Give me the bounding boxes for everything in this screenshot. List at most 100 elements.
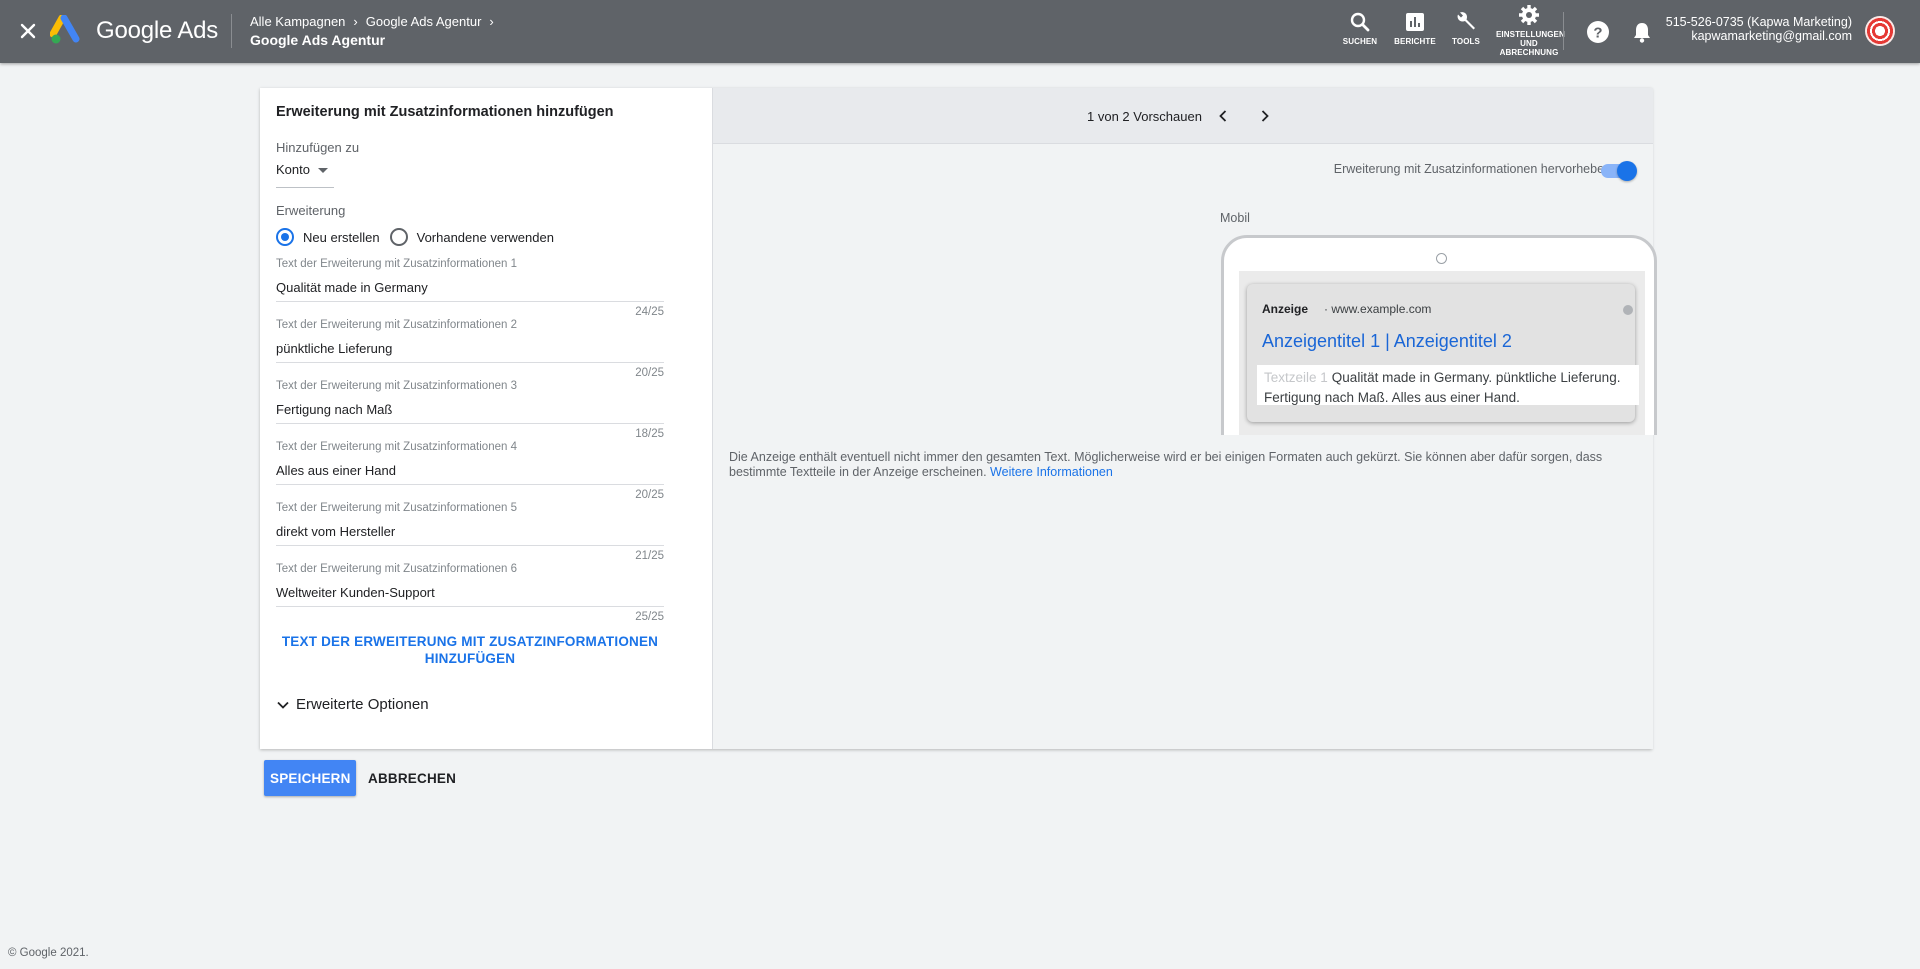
phone-camera-icon — [1436, 253, 1447, 264]
char-counter: 20/25 — [635, 489, 664, 501]
chevron-right-icon: › — [489, 14, 494, 29]
save-button[interactable]: SPEICHERN — [264, 760, 356, 796]
search-icon — [1350, 12, 1370, 32]
callout-field-2: Text der Erweiterung mit Zusatzinformati… — [276, 319, 664, 380]
gear-icon — [1519, 5, 1539, 25]
notifications-bell-icon[interactable] — [1629, 19, 1655, 45]
extension-label: Erweiterung — [276, 203, 346, 218]
ad-preview-panel: 1 von 2 Vorschauen Erweiterung mit Zusat… — [712, 88, 1657, 749]
wrench-icon — [1457, 12, 1475, 30]
account-info[interactable]: 515-526-0735 (Kapwa Marketing) kapwamark… — [1666, 15, 1852, 43]
callout-text-input-1[interactable] — [276, 274, 664, 302]
chevron-right-icon: › — [353, 14, 358, 29]
google-ads-logo-icon — [50, 15, 80, 44]
copyright-footer: © Google 2021. — [8, 947, 89, 959]
radio-existing-label[interactable]: Vorhandene verwenden — [417, 230, 554, 245]
callout-field-4: Text der Erweiterung mit Zusatzinformati… — [276, 441, 664, 502]
add-to-select[interactable]: Konto — [276, 162, 334, 188]
callout-field-label: Text der Erweiterung mit Zusatzinformati… — [276, 502, 517, 514]
dropdown-arrow-icon — [318, 168, 328, 173]
tools-button[interactable]: TOOLS — [1448, 10, 1484, 46]
callout-text-input-2[interactable] — [276, 335, 664, 363]
current-ad-group[interactable]: Google Ads Agentur — [250, 32, 385, 48]
breadcrumb-campaign[interactable]: Google Ads Agentur — [366, 14, 482, 29]
ad-description-box: Textzeile 1 Qualität made in Germany. pün… — [1257, 365, 1639, 405]
cancel-button[interactable]: ABBRECHEN — [362, 760, 462, 796]
account-phone: 515-526-0735 (Kapwa Marketing) — [1665, 15, 1852, 29]
highlight-toggle[interactable] — [1601, 161, 1637, 181]
ad-headline[interactable]: Anzeigentitel 1 | Anzeigentitel 2 — [1262, 331, 1512, 352]
product-name: Google Ads — [96, 17, 219, 44]
reports-tool-button[interactable]: BERICHTE — [1392, 10, 1438, 46]
breadcrumb: Alle Kampagnen › Google Ads Agentur › — [250, 14, 502, 29]
chevron-left-icon[interactable] — [1213, 106, 1233, 126]
extension-form: Erweiterung mit Zusatzinformationen hinz… — [260, 88, 712, 749]
preview-header: 1 von 2 Vorschauen — [713, 88, 1653, 144]
top-app-bar: Google Ads Alle Kampagnen › Google Ads A… — [0, 0, 1920, 63]
char-counter: 18/25 — [635, 428, 664, 440]
preview-counter: 1 von 2 Vorschauen — [1087, 109, 1202, 124]
add-to-label: Hinzufügen zu — [276, 140, 360, 155]
radio-new[interactable] — [276, 228, 294, 246]
reports-tool-label: BERICHTE — [1394, 37, 1436, 46]
callout-field-label: Text der Erweiterung mit Zusatzinformati… — [276, 441, 517, 453]
ad-preview-card: Anzeige · www.example.com Anzeigentitel … — [1247, 284, 1639, 422]
extension-radio-group: Neu erstellen Vorhandene verwenden — [276, 228, 564, 246]
callout-text-input-6[interactable] — [276, 579, 664, 607]
chevron-right-icon[interactable] — [1255, 106, 1275, 126]
toggle-thumb — [1617, 161, 1637, 181]
ad-display-url: · www.example.com — [1324, 302, 1432, 316]
callout-field-1: Text der Erweiterung mit Zusatzinformati… — [276, 258, 664, 319]
callout-text-input-4[interactable] — [276, 457, 664, 485]
callout-field-3: Text der Erweiterung mit Zusatzinformati… — [276, 380, 664, 441]
char-counter: 21/25 — [635, 550, 664, 562]
search-tool-label: SUCHEN — [1342, 37, 1378, 46]
callout-field-label: Text der Erweiterung mit Zusatzinformati… — [276, 319, 517, 331]
chevron-down-icon — [277, 701, 289, 709]
learn-more-link[interactable]: Weitere Informationen — [990, 465, 1113, 479]
phone-body: Anzeige · www.example.com Anzeigentitel … — [1221, 235, 1657, 435]
callout-field-6: Text der Erweiterung mit Zusatzinformati… — [276, 563, 664, 624]
advanced-options-label: Erweiterte Optionen — [296, 696, 429, 713]
info-dot-icon — [1623, 305, 1633, 315]
callout-extension-card: Erweiterung mit Zusatzinformationen hinz… — [260, 88, 1657, 749]
char-counter: 24/25 — [635, 306, 664, 318]
form-title: Erweiterung mit Zusatzinformationen hinz… — [276, 104, 614, 120]
radio-existing[interactable] — [389, 228, 408, 246]
svg-text:?: ? — [1593, 25, 1602, 42]
preview-disclaimer: Die Anzeige enthält eventuell nicht imme… — [729, 450, 1639, 480]
help-icon[interactable]: ? — [1585, 19, 1611, 45]
preview-disclaimer-text: Die Anzeige enthält eventuell nicht imme… — [729, 450, 1603, 479]
highlight-toggle-label: Erweiterung mit Zusatzinformationen herv… — [1333, 162, 1611, 176]
callout-text-input-3[interactable] — [276, 396, 664, 424]
topbar-divider — [1563, 12, 1564, 50]
add-callout-text-link[interactable]: TEXT DER ERWEITERUNG MIT ZUSATZINFORMATI… — [276, 633, 664, 667]
ad-description: Textzeile 1 Qualität made in Germany. pün… — [1264, 368, 1634, 408]
char-counter: 25/25 — [635, 611, 664, 623]
add-to-value: Konto — [276, 162, 310, 177]
advanced-options-toggle[interactable]: Erweiterte Optionen — [276, 696, 429, 713]
radio-new-label[interactable]: Neu erstellen — [303, 230, 380, 245]
ad-url-text: www.example.com — [1331, 302, 1432, 316]
callout-field-5: Text der Erweiterung mit Zusatzinformati… — [276, 502, 664, 563]
char-counter: 20/25 — [635, 367, 664, 379]
settings-billing-button[interactable]: EINSTELLUNGEN UND ABRECHNUNG — [1496, 3, 1565, 57]
topbar-divider — [231, 14, 232, 48]
bar-chart-icon — [1406, 13, 1424, 31]
callout-field-label: Text der Erweiterung mit Zusatzinformati… — [276, 563, 517, 575]
ad-placeholder-text: Textzeile 1 — [1264, 370, 1328, 385]
callout-field-label: Text der Erweiterung mit Zusatzinformati… — [276, 380, 517, 392]
callout-text-input-5[interactable] — [276, 518, 664, 546]
tools-label: TOOLS — [1452, 37, 1480, 46]
ad-badge: Anzeige — [1262, 302, 1309, 316]
settings-billing-label: EINSTELLUNGEN UND ABRECHNUNG — [1496, 30, 1565, 57]
device-label: Mobil — [1220, 211, 1250, 225]
close-icon[interactable] — [16, 19, 40, 43]
breadcrumb-all-campaigns[interactable]: Alle Kampagnen — [250, 14, 345, 29]
account-email: kapwamarketing@gmail.com — [1691, 29, 1852, 43]
phone-screen: Anzeige · www.example.com Anzeigentitel … — [1239, 271, 1645, 435]
mobile-phone-frame: Anzeige · www.example.com Anzeigentitel … — [1221, 235, 1661, 435]
search-tool-button[interactable]: SUCHEN — [1340, 10, 1380, 46]
avatar[interactable] — [1865, 16, 1895, 46]
callout-field-label: Text der Erweiterung mit Zusatzinformati… — [276, 258, 517, 270]
